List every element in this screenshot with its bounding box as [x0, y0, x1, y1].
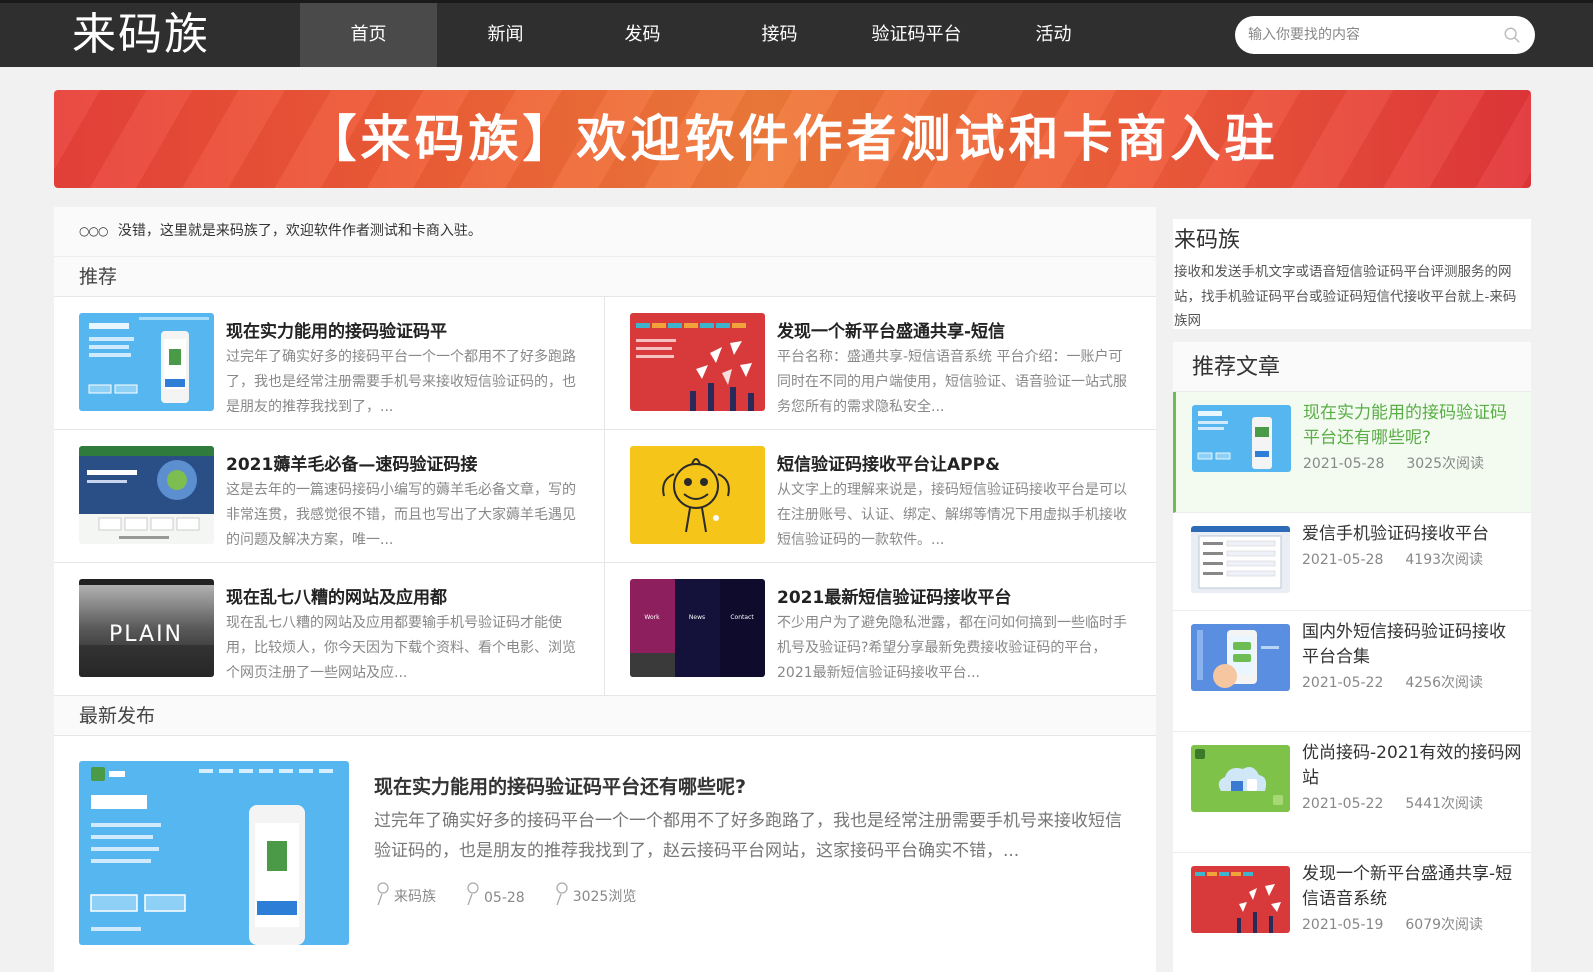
recommended-item-date: 2021-05-22	[1302, 796, 1384, 812]
recommend-section-title: 推荐	[54, 257, 1156, 297]
notice-bar: ○○○ 没错，这里就是来码族了，欢迎软件作者测试和卡商入驻。	[54, 207, 1156, 257]
card-title[interactable]: 现在乱七八糟的网站及应用都	[226, 583, 447, 608]
main-nav: 首页 新闻 发码 接码 验证码平台 活动	[300, 3, 1122, 67]
recommended-item-title[interactable]: 现在实力能用的接码验证码平台还有哪些呢?	[1303, 401, 1523, 451]
recommended-item-views: 3025次阅读	[1406, 456, 1485, 472]
plain-logo-text: PLAIN	[109, 622, 183, 647]
recommended-item-views: 4256次阅读	[1405, 675, 1484, 691]
about-description: 接收和发送手机文字或语音短信验证码平台评测服务的网站，找手机验证码平台或验证码短…	[1174, 264, 1517, 329]
recommend-card[interactable]: 发现一个新平台盛通共享-短信 平台名称：盛通共享-短信语音系统 平台介绍：一账户…	[605, 297, 1156, 430]
card-description: 从文字上的理解来说是，接码短信验证码接收平台是可以在注册账号、认证、绑定、解绑等…	[777, 482, 1127, 548]
card-title[interactable]: 短信验证码接收平台让APP&	[777, 450, 1000, 475]
recommended-item-meta: 2021-05-22 4256次阅读	[1302, 671, 1502, 696]
recommend-card[interactable]: 2021薅羊毛必备—速码验证码接 这是去年的一篇速码接码小编写的薅羊毛必备文章，…	[54, 430, 605, 563]
recommended-item-title[interactable]: 优尚接码-2021有效的接码网站	[1302, 741, 1522, 791]
recommended-item-title[interactable]: 国内外短信接码验证码接收平台合集	[1302, 620, 1522, 670]
recommended-thumbnail[interactable]	[1191, 526, 1290, 593]
nav-send-code[interactable]: 发码	[574, 3, 711, 67]
recommended-item[interactable]: 爱信手机验证码接收平台 2021-05-28 4193次阅读	[1173, 513, 1531, 611]
card-title[interactable]: 发现一个新平台盛通共享-短信	[777, 317, 1005, 342]
card-title[interactable]: 2021薅羊毛必备—速码验证码接	[226, 450, 477, 475]
recommended-thumbnail[interactable]	[1191, 745, 1290, 812]
top-navbar: 来码族 首页 新闻 发码 接码 验证码平台 活动	[0, 0, 1593, 67]
latest-author[interactable]: 来码族	[394, 886, 436, 906]
recommended-item-title[interactable]: 爱信手机验证码接收平台	[1302, 522, 1522, 547]
nav-receive-code[interactable]: 接码	[711, 3, 848, 67]
recommended-item[interactable]: 国内外短信接码验证码接收平台合集 2021-05-22 4256次阅读	[1173, 611, 1531, 732]
recommended-item[interactable]: 现在实力能用的接码验证码平台还有哪些呢? 2021-05-28 3025次阅读	[1173, 392, 1531, 513]
about-title: 来码族	[1174, 228, 1241, 253]
recommend-card[interactable]: PLAIN 现在乱七八糟的网站及应用都 现在乱七八糟的网站及应用都要输手机号验证…	[54, 563, 605, 696]
nav-news[interactable]: 新闻	[437, 3, 574, 67]
latest-views: 3025浏览	[572, 889, 637, 905]
card-thumbnail[interactable]	[79, 313, 214, 411]
card-thumbnail[interactable]	[79, 446, 214, 544]
card-title[interactable]: 2021最新短信验证码接收平台	[777, 583, 1011, 608]
latest-description: 过完年了确实好多的接码平台一个一个都用不了好多跑路了，我也是经常注册需要手机号来…	[374, 811, 1122, 861]
search-box	[1235, 16, 1535, 54]
main-content: ○○○ 没错，这里就是来码族了，欢迎软件作者测试和卡商入驻。 推荐 现在实力能用…	[54, 207, 1156, 972]
card-description: 过完年了确实好多的接码平台一个一个都用不了好多跑路了，我也是经常注册需要手机号来…	[226, 349, 576, 415]
news-label: News	[689, 614, 705, 621]
recommend-card[interactable]: Work News Contact 2021最新短信验证码接收平台 不少用户为了…	[605, 563, 1156, 696]
recommended-thumbnail[interactable]	[1192, 405, 1291, 472]
recommended-item-date: 2021-05-28	[1302, 552, 1384, 568]
card-description: 平台名称：盛通共享-短信语音系统 平台介绍：一账户可同时在不同的用户端使用，短信…	[777, 349, 1127, 415]
card-thumbnail[interactable]	[630, 446, 765, 544]
recommend-grid: 现在实力能用的接码验证码平 过完年了确实好多的接码平台一个一个都用不了好多跑路了…	[54, 297, 1156, 696]
nav-verification-platform[interactable]: 验证码平台	[848, 3, 985, 67]
date-icon	[467, 882, 479, 906]
sidebar-recommended: 推荐文章 现在实力能用的接码验证码平台还有哪些呢? 2021-05-28 3025…	[1173, 342, 1531, 972]
recommended-item-date: 2021-05-28	[1303, 456, 1385, 472]
recommended-item[interactable]: 发现一个新平台盛通共享-短信语音系统 2021-05-19 6079次阅读	[1173, 853, 1531, 972]
recommended-title: 推荐文章	[1173, 342, 1531, 392]
recommended-item-meta: 2021-05-28 3025次阅读	[1303, 452, 1503, 477]
recommend-card[interactable]: 短信验证码接收平台让APP& 从文字上的理解来说是，接码短信验证码接收平台是可以…	[605, 430, 1156, 563]
card-description: 不少用户为了避免隐私泄露，都在问如何搞到一些临时手机号及验证码?希望分享最新免费…	[777, 615, 1127, 681]
hero-banner[interactable]: 【来码族】欢迎软件作者测试和卡商入驻	[54, 90, 1531, 188]
recommended-item-views: 5441次阅读	[1405, 796, 1484, 812]
recommended-thumbnail[interactable]	[1191, 866, 1290, 933]
search-icon[interactable]	[1503, 26, 1521, 44]
search-input[interactable]	[1248, 16, 1498, 54]
recommended-item-meta: 2021-05-28 4193次阅读	[1302, 548, 1502, 573]
card-thumbnail[interactable]: PLAIN	[79, 579, 214, 677]
recommended-item[interactable]: 优尚接码-2021有效的接码网站 2021-05-22 5441次阅读	[1173, 732, 1531, 853]
work-label: Work	[644, 614, 660, 621]
notice-dots-icon: ○○○	[79, 224, 108, 238]
author-icon	[377, 882, 389, 906]
latest-article[interactable]: 现在实力能用的接码验证码平台还有哪些呢? 过完年了确实好多的接码平台一个一个都用…	[54, 736, 1156, 966]
site-logo[interactable]: 来码族	[72, 5, 210, 65]
recommended-thumbnail[interactable]	[1191, 624, 1290, 691]
latest-section-title: 最新发布	[54, 696, 1156, 736]
recommend-card[interactable]: 现在实力能用的接码验证码平 过完年了确实好多的接码平台一个一个都用不了好多跑路了…	[54, 297, 605, 430]
recommended-item-views: 4193次阅读	[1405, 552, 1484, 568]
card-description: 这是去年的一篇速码接码小编写的薅羊毛必备文章，写的非常连贯，我感觉很不错，而且也…	[226, 482, 576, 548]
recommended-item-title[interactable]: 发现一个新平台盛通共享-短信语音系统	[1302, 862, 1522, 912]
notice-text: 没错，这里就是来码族了，欢迎软件作者测试和卡商入驻。	[117, 223, 482, 239]
nav-activity[interactable]: 活动	[985, 3, 1122, 67]
recommended-item-meta: 2021-05-19 6079次阅读	[1302, 913, 1502, 938]
latest-date: 05-28	[484, 890, 525, 906]
card-thumbnail[interactable]	[630, 313, 765, 411]
recommended-item-date: 2021-05-19	[1302, 917, 1384, 933]
card-title[interactable]: 现在实力能用的接码验证码平	[226, 317, 447, 342]
recommended-item-views: 6079次阅读	[1405, 917, 1484, 933]
latest-title[interactable]: 现在实力能用的接码验证码平台还有哪些呢?	[374, 772, 746, 799]
contact-label: Contact	[730, 614, 754, 621]
latest-meta: 来码族 05-28 3025浏览	[374, 882, 636, 906]
card-description: 现在乱七八糟的网站及应用都要输手机号验证码才能使用，比较烦人，你今天因为下载个资…	[226, 615, 576, 681]
latest-thumbnail[interactable]	[79, 761, 349, 945]
recommended-item-meta: 2021-05-22 5441次阅读	[1302, 792, 1502, 817]
recommended-item-date: 2021-05-22	[1302, 675, 1384, 691]
sidebar-about: 来码族 接收和发送手机文字或语音短信验证码平台评测服务的网站，找手机验证码平台或…	[1173, 219, 1531, 329]
views-icon	[556, 882, 568, 906]
nav-home[interactable]: 首页	[300, 3, 437, 67]
card-thumbnail[interactable]: Work News Contact	[630, 579, 765, 677]
banner-text: 【来码族】欢迎软件作者测试和卡商入驻	[306, 109, 1279, 168]
